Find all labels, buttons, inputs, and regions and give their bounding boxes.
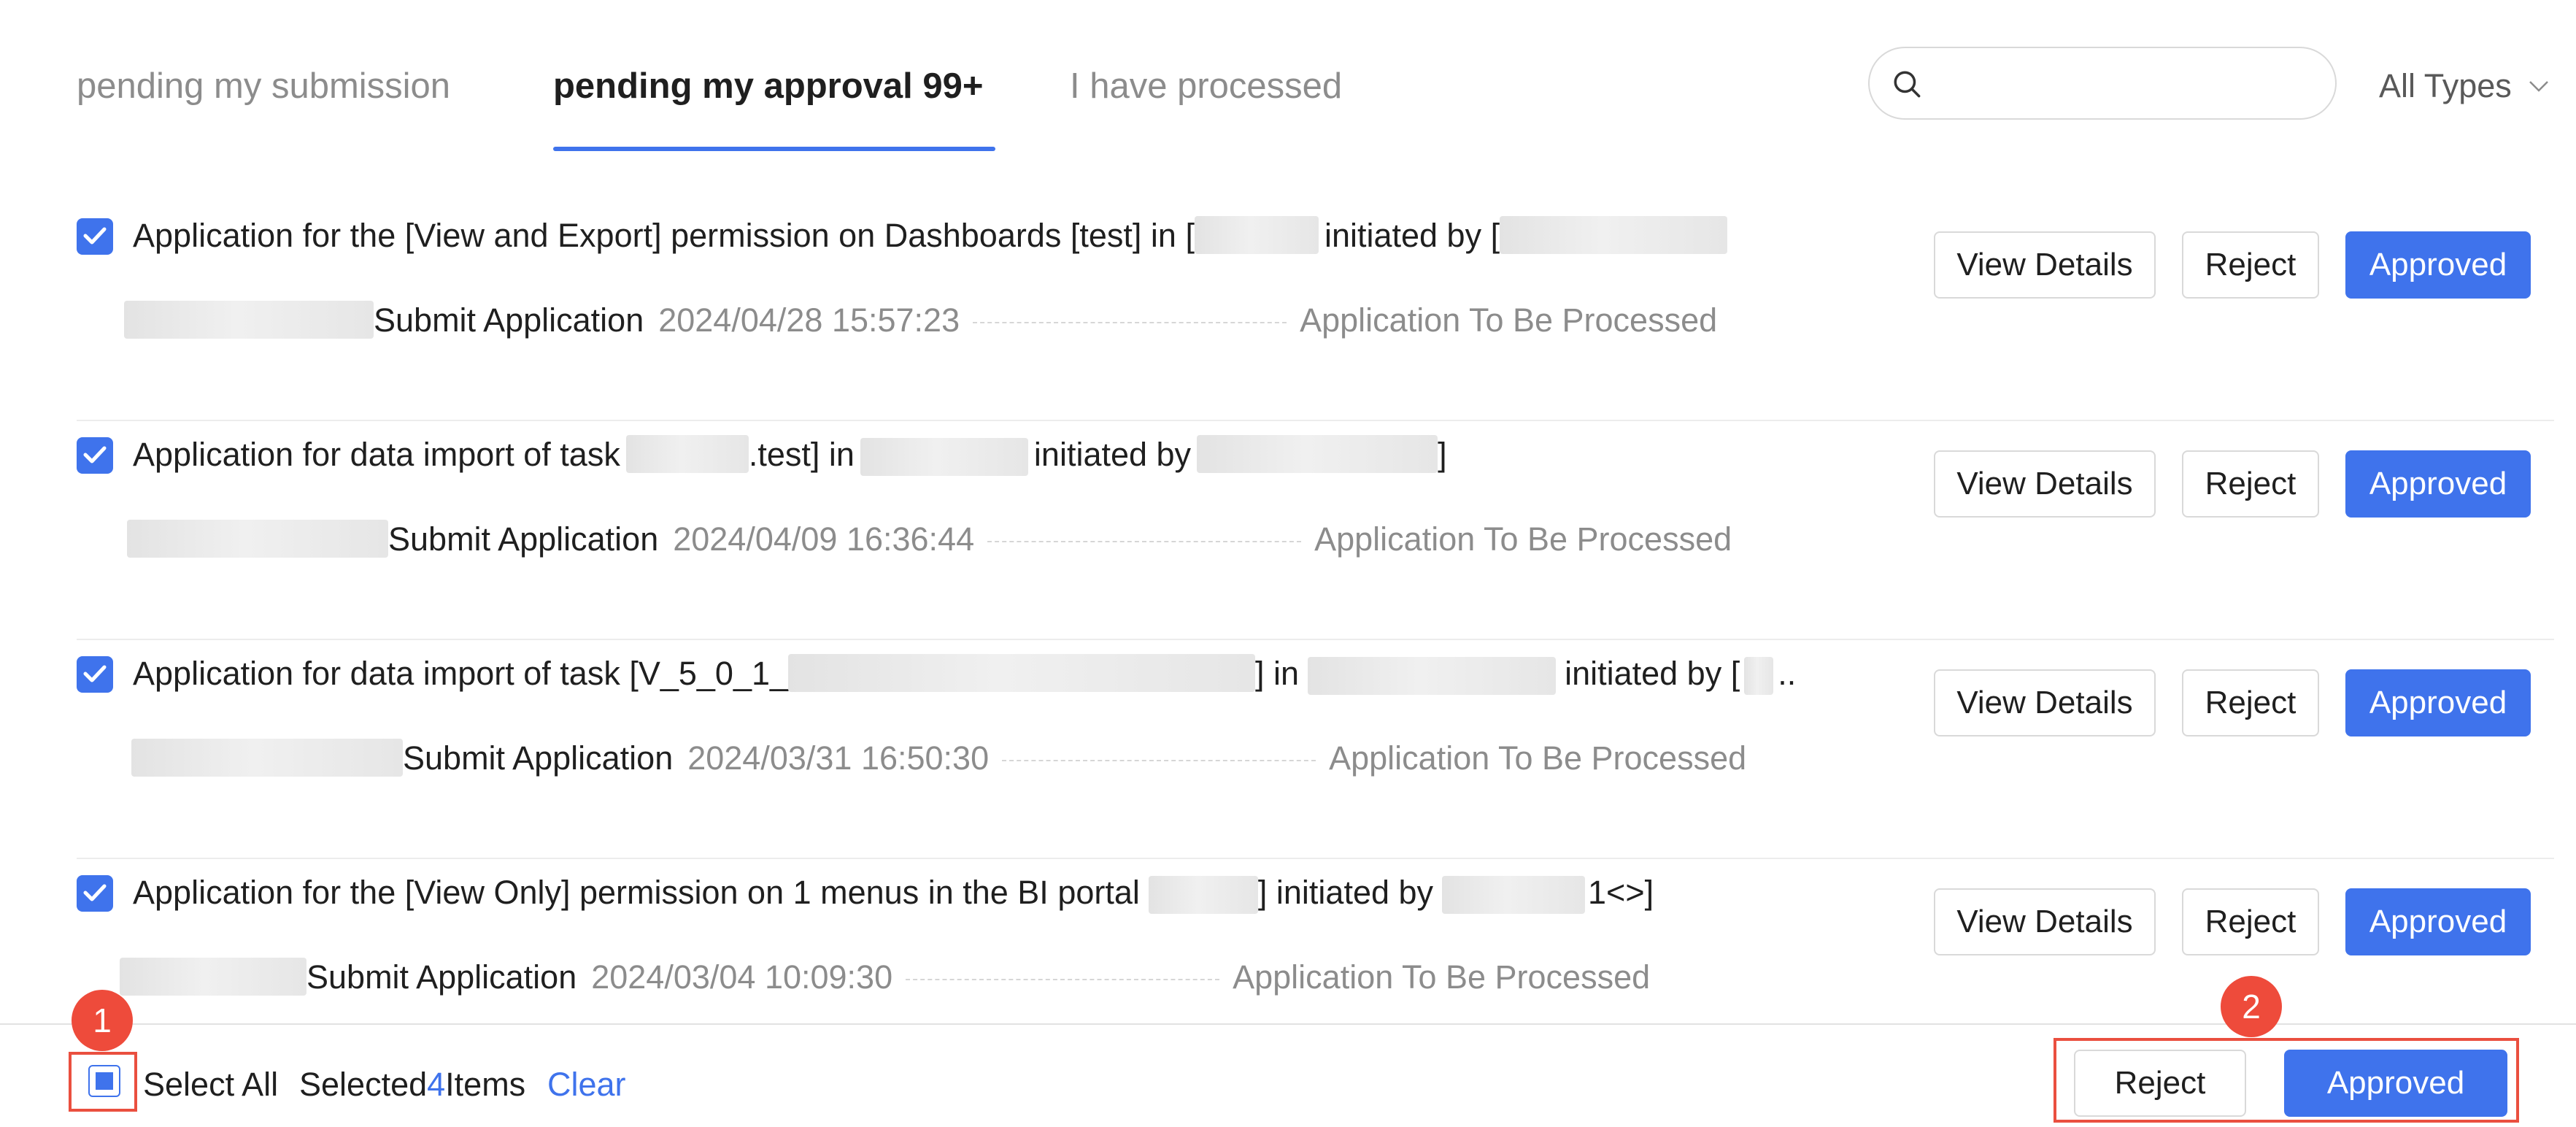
approved-button[interactable]: Approved (2345, 669, 2531, 736)
view-details-button[interactable]: View Details (1934, 888, 2156, 955)
redacted-block (1308, 657, 1557, 696)
annotation-marker-2: 2 (2221, 976, 2282, 1037)
redacted-block (1197, 435, 1438, 474)
redacted-block (860, 438, 1028, 477)
view-details-button[interactable]: View Details (1934, 231, 2156, 299)
item-meta: Submit Application 2024/04/09 16:36:44 App… (127, 516, 1732, 563)
item-status: Application To Be Processed (1329, 739, 1747, 777)
item-action: Submit Application (388, 520, 659, 558)
check-icon (83, 446, 107, 464)
item-title: Application for data import of task .test… (133, 431, 1447, 478)
item-meta: Submit Application 2024/04/28 15:57:23 App… (124, 297, 1717, 344)
check-icon (83, 884, 107, 901)
item-checkbox[interactable] (77, 218, 113, 255)
item-title: Application for the [View and Export] pe… (133, 212, 1728, 259)
item-time: 2024/03/04 10:09:30 (591, 958, 893, 996)
item-time: 2024/03/31 16:50:30 (687, 739, 990, 777)
reject-button[interactable]: Reject (2182, 450, 2319, 518)
redacted-block (625, 435, 749, 474)
footer-divider (0, 1023, 2576, 1025)
redacted-block (1500, 216, 1728, 255)
check-icon (83, 227, 107, 245)
list-item: Application for data import of task .test… (0, 421, 2576, 640)
dash-divider (973, 322, 1287, 324)
type-filter-label: All Types (2379, 67, 2512, 104)
search-box[interactable] (1868, 47, 2337, 120)
redacted-block (127, 520, 388, 558)
list-item: Application for the [View Only] permissi… (0, 859, 2576, 1023)
redacted-block (1148, 876, 1258, 915)
item-action: Submit Application (306, 958, 577, 996)
list-item: Application for the [View and Export] pe… (0, 202, 2576, 421)
redacted-block (124, 301, 374, 339)
bulk-reject-button[interactable]: Reject (2074, 1050, 2246, 1117)
item-status: Application To Be Processed (1233, 958, 1651, 996)
view-details-button[interactable]: View Details (1934, 450, 2156, 518)
item-checkbox[interactable] (77, 437, 113, 474)
redacted-block (120, 958, 306, 996)
item-time: 2024/04/28 15:57:23 (658, 301, 960, 339)
approved-button[interactable]: Approved (2345, 888, 2531, 955)
dash-divider (987, 541, 1302, 543)
selected-count: 4 (427, 1066, 446, 1103)
redacted-block (1442, 876, 1586, 915)
approved-button[interactable]: Approved (2345, 450, 2531, 518)
approved-button[interactable]: Approved (2345, 231, 2531, 299)
redacted-block (788, 654, 1256, 693)
dash-divider (1002, 760, 1316, 762)
item-status: Application To Be Processed (1300, 301, 1718, 339)
item-time: 2024/04/09 16:36:44 (673, 520, 975, 558)
redacted-block (1194, 216, 1319, 255)
active-tab-indicator (553, 147, 995, 151)
check-icon (83, 665, 107, 682)
clear-link[interactable]: Clear (547, 1061, 626, 1108)
redacted-block (1744, 657, 1774, 696)
item-title: Application for data import of task [V_5… (133, 650, 1796, 697)
item-meta: Submit Application 2024/03/31 16:50:30 App… (131, 735, 1746, 782)
selected-count-text: Selected4Items (299, 1066, 526, 1103)
dash-divider (906, 979, 1220, 981)
search-icon (1894, 71, 1921, 98)
item-title: Application for the [View Only] permissi… (133, 869, 1654, 916)
select-all-label: Select All (143, 1066, 279, 1103)
tab-pending-my-submission[interactable]: pending my submission (77, 64, 450, 108)
search-input[interactable] (1940, 60, 2315, 108)
item-meta: Submit Application 2024/03/04 10:09:30 App… (120, 954, 1650, 1001)
item-checkbox[interactable] (77, 656, 113, 693)
item-status: Application To Be Processed (1314, 520, 1732, 558)
item-action: Submit Application (374, 301, 644, 339)
select-all-checkbox[interactable] (88, 1065, 120, 1097)
reject-button[interactable]: Reject (2182, 669, 2319, 736)
item-action: Submit Application (403, 739, 674, 777)
reject-button[interactable]: Reject (2182, 888, 2319, 955)
list-item: Application for data import of task [V_5… (0, 640, 2576, 859)
view-details-button[interactable]: View Details (1934, 669, 2156, 736)
tab-i-have-processed[interactable]: I have processed (1070, 64, 1342, 108)
annotation-marker-1: 1 (72, 990, 133, 1051)
redacted-block (131, 739, 403, 777)
chevron-down-icon (2529, 81, 2548, 92)
item-checkbox[interactable] (77, 875, 113, 912)
bulk-approved-button[interactable]: Approved (2284, 1050, 2507, 1117)
reject-button[interactable]: Reject (2182, 231, 2319, 299)
tab-pending-my-approval[interactable]: pending my approval 99+ (553, 64, 984, 108)
type-filter-dropdown[interactable]: All Types (2379, 64, 2550, 108)
